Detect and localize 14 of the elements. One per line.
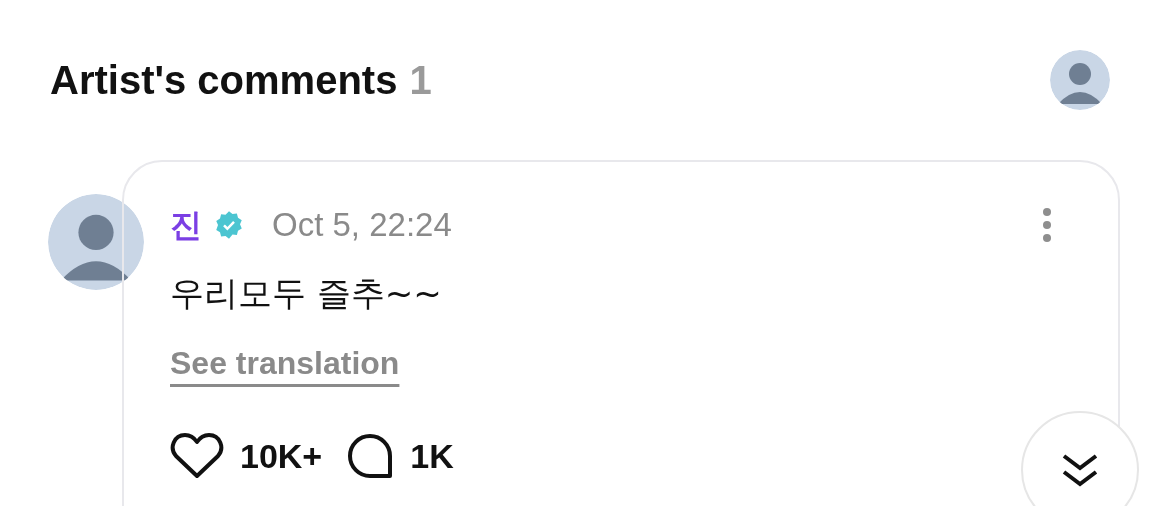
author-name[interactable]: 진 [170, 200, 202, 249]
comment-text: 우리모두 즐추~~ [170, 271, 443, 315]
heart-icon[interactable] [170, 432, 224, 480]
section-title: Artist's comments [50, 57, 398, 104]
reply-count: 1K [410, 435, 454, 477]
more-options-icon[interactable] [1042, 206, 1052, 243]
like-count: 10K+ [240, 435, 323, 477]
see-translation-link[interactable]: See translation [170, 344, 400, 381]
user-avatar[interactable] [1050, 50, 1110, 110]
author-avatar[interactable] [48, 194, 144, 290]
comment-time: Oct 5, 22:24 [272, 205, 452, 245]
double-chevron-down-icon [1060, 453, 1100, 489]
comment-count: 1 [409, 57, 432, 104]
comment-icon[interactable] [346, 432, 395, 480]
